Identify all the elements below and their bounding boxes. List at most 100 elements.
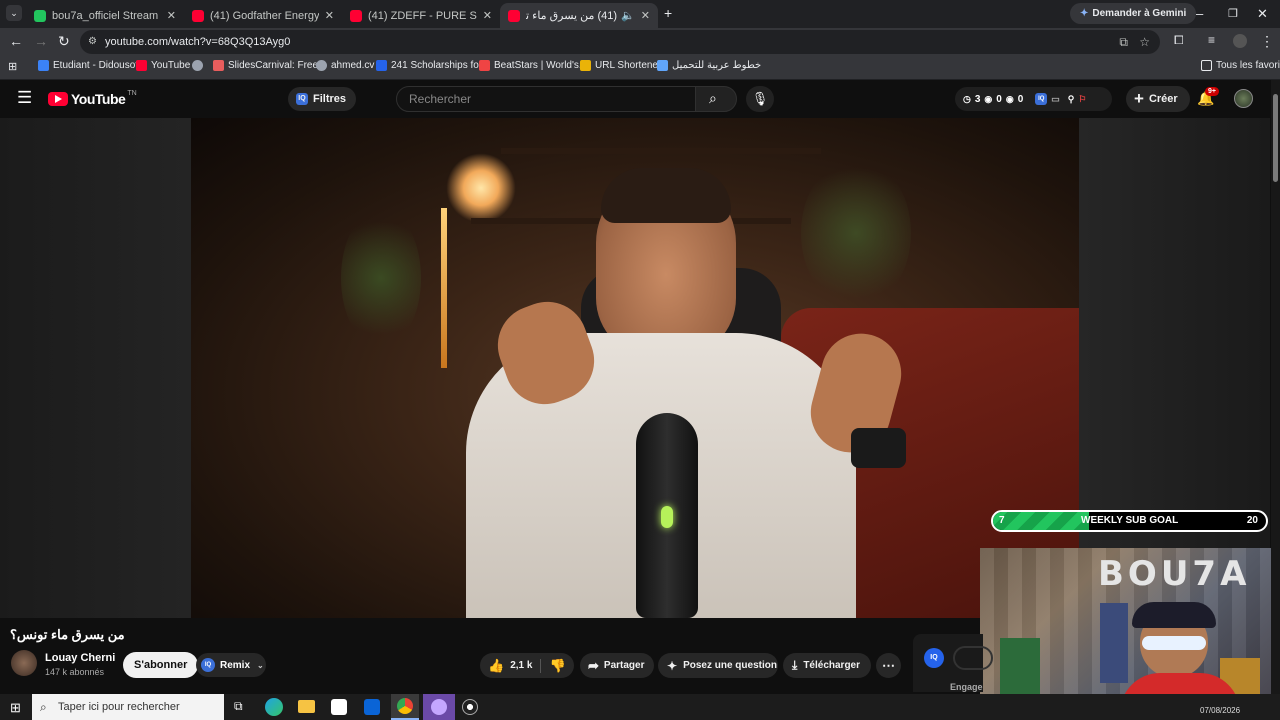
url-field[interactable]: ⚙ youtube.com/watch?v=68Q3Q13Ayg0 ⧉ ☆ bbox=[80, 30, 1160, 54]
bookmark-item[interactable]: خطوط عربية للتحميل bbox=[657, 60, 761, 71]
tab-favicon-icon bbox=[350, 9, 362, 22]
gemini-label: Demander à Gemini bbox=[1092, 8, 1187, 19]
chrome-taskbar-button[interactable] bbox=[391, 694, 419, 720]
reload-icon[interactable]: ↻ bbox=[58, 33, 70, 50]
voice-search-button[interactable]: 🎙 bbox=[746, 86, 774, 112]
obs-icon[interactable] bbox=[462, 699, 478, 715]
engage-toggle[interactable] bbox=[953, 646, 993, 670]
youtube-logo[interactable]: YouTube TN bbox=[48, 90, 137, 107]
neon-sign-text: BOU7A bbox=[1098, 554, 1251, 594]
more-actions-button[interactable]: ⋯ bbox=[876, 653, 901, 678]
download-button[interactable]: ⤓ Télécharger bbox=[783, 653, 871, 678]
channel-avatar[interactable] bbox=[11, 650, 37, 676]
bookmark-item[interactable]: BeatStars | World's... bbox=[479, 60, 587, 71]
remix-button[interactable]: IQ Remix ⌄ bbox=[196, 653, 266, 677]
tab-title: bou7a_officiel Stream - Watch l bbox=[52, 9, 161, 22]
menu-list-icon[interactable]: ≡ bbox=[1208, 33, 1215, 47]
store-icon[interactable] bbox=[331, 699, 347, 715]
toggle-icon[interactable]: ▭ bbox=[1051, 94, 1060, 105]
account-avatar[interactable] bbox=[1234, 89, 1253, 108]
alert-icon[interactable]: ⚐ bbox=[1078, 94, 1086, 105]
share-button[interactable]: ➦ Partager bbox=[580, 653, 654, 678]
kebab-menu-icon[interactable]: ⋮ bbox=[1260, 33, 1274, 50]
lamp-light-bar bbox=[441, 208, 447, 368]
tab-0[interactable]: bou7a_officiel Stream - Watch l ✕ bbox=[26, 3, 184, 28]
like-count[interactable]: 2,1 k bbox=[510, 660, 532, 671]
bookmark-favicon-icon bbox=[136, 60, 147, 71]
close-icon[interactable]: ✕ bbox=[167, 9, 176, 22]
taskbar-search-input[interactable]: ⌕ Taper ici pour rechercher bbox=[32, 694, 224, 720]
hamburger-menu-icon[interactable]: ☰ bbox=[17, 89, 32, 106]
profile-avatar[interactable] bbox=[1233, 34, 1247, 48]
apps-grid-icon[interactable]: ⊞ bbox=[8, 60, 17, 73]
tab-title: (41) Godfather Energy Jazz | Ol bbox=[210, 9, 319, 22]
tab-1[interactable]: (41) Godfather Energy Jazz | Ol ✕ bbox=[184, 3, 342, 28]
extension-stats-bar: ◷ 3 ◉ 0 ◉ 0 IQ ▭ ⚲ ⚐ bbox=[955, 87, 1112, 111]
clock-icon: ◷ bbox=[963, 93, 971, 104]
cast-icon[interactable]: ⧉ bbox=[1119, 30, 1128, 54]
search-input[interactable]: Rechercher bbox=[396, 86, 696, 112]
bookmark-item[interactable]: SlidesCarnival: Free... bbox=[213, 60, 326, 71]
all-bookmarks-folder[interactable]: Tous les favoris bbox=[1201, 60, 1280, 71]
minimize-icon[interactable]: – bbox=[1196, 6, 1203, 21]
bookmark-item[interactable]: Etudiant - Didousoft bbox=[38, 60, 141, 71]
tab-3-active[interactable]: (41) من يسرق ماء تونس؟ - Yo 🔈 ✕ bbox=[500, 3, 658, 28]
notifications-button[interactable]: 🔔 9+ bbox=[1197, 87, 1219, 107]
iq-icon[interactable]: IQ bbox=[1035, 93, 1048, 105]
channel-name[interactable]: Louay Cherni bbox=[45, 652, 115, 664]
tab-search-icon[interactable]: ⌄ bbox=[6, 5, 22, 21]
eye-icon: ◉ bbox=[984, 93, 993, 104]
eye-icon: ◉ bbox=[1005, 93, 1014, 104]
plus-icon: + bbox=[1134, 89, 1144, 108]
ask-question-button[interactable]: ✦ Posez une question bbox=[658, 653, 778, 678]
tab-2[interactable]: (41) ZDEFF - PURE SESSION (Li ✕ bbox=[342, 3, 500, 28]
engage-label: Engage bbox=[950, 682, 983, 692]
stat-value: 0 bbox=[996, 93, 1002, 105]
speaker-icon[interactable]: 🔈 bbox=[621, 9, 635, 22]
iq-engage-icon[interactable]: IQ bbox=[924, 648, 944, 668]
close-icon[interactable]: ✕ bbox=[483, 9, 492, 22]
bookmark-item[interactable]: ahmed.cv bbox=[316, 60, 374, 71]
create-button[interactable]: + Créer bbox=[1126, 86, 1190, 112]
lamp-glow bbox=[446, 153, 516, 223]
back-icon[interactable]: ← bbox=[9, 33, 23, 49]
gemini-icon: ✦ bbox=[1080, 8, 1089, 19]
subscribe-button[interactable]: S'abonner bbox=[123, 652, 199, 678]
bookmark-star-icon[interactable]: ☆ bbox=[1139, 30, 1150, 54]
task-view-icon[interactable]: ⧉ bbox=[234, 699, 243, 714]
person-hair bbox=[601, 168, 731, 223]
filter-iq-icon: IQ bbox=[296, 93, 308, 105]
mail-icon[interactable] bbox=[364, 699, 380, 715]
bookmark-item[interactable] bbox=[192, 60, 207, 71]
scrollbar-thumb[interactable] bbox=[1273, 94, 1278, 182]
forward-icon[interactable]: → bbox=[34, 33, 48, 49]
app-taskbar-button[interactable] bbox=[423, 694, 455, 720]
window-close-icon[interactable]: ✕ bbox=[1257, 6, 1268, 22]
remix-iq-icon: IQ bbox=[201, 658, 215, 672]
file-explorer-icon[interactable] bbox=[298, 700, 315, 713]
new-tab-icon[interactable]: + bbox=[664, 5, 672, 21]
bookmark-item[interactable]: YouTube bbox=[136, 60, 190, 71]
trophy-icon[interactable]: ⚲ bbox=[1068, 94, 1075, 105]
filters-button[interactable]: IQ Filtres bbox=[288, 87, 357, 111]
gemini-button[interactable]: ✦ Demander à Gemini bbox=[1070, 3, 1197, 24]
bookmark-favicon-icon bbox=[38, 60, 49, 71]
plant bbox=[801, 158, 911, 308]
thumbs-down-icon[interactable]: 👎 bbox=[549, 658, 565, 674]
close-icon[interactable]: ✕ bbox=[325, 9, 334, 22]
windows-start-icon[interactable]: ⊞ bbox=[10, 700, 21, 716]
close-icon[interactable]: ✕ bbox=[641, 9, 650, 22]
url-text: youtube.com/watch?v=68Q3Q13Ayg0 bbox=[105, 36, 291, 48]
search-button[interactable]: ⌕ bbox=[695, 86, 737, 112]
maximize-icon[interactable]: ❐ bbox=[1228, 7, 1238, 20]
site-info-icon[interactable]: ⚙ bbox=[88, 30, 97, 54]
extensions-icon[interactable]: ⧠ bbox=[1174, 33, 1184, 48]
bookmark-folder[interactable]: URL Shortener bbox=[580, 60, 661, 71]
edge-icon[interactable] bbox=[265, 698, 283, 716]
folder-icon bbox=[1201, 60, 1212, 71]
bookmark-item[interactable]: 241 Scholarships for... bbox=[376, 60, 490, 71]
subscriber-count: 147 k abonnés bbox=[45, 667, 105, 677]
video-player[interactable] bbox=[191, 118, 1079, 618]
thumbs-up-icon[interactable]: 👍 bbox=[488, 658, 504, 674]
page-scrollbar[interactable] bbox=[1271, 80, 1280, 694]
